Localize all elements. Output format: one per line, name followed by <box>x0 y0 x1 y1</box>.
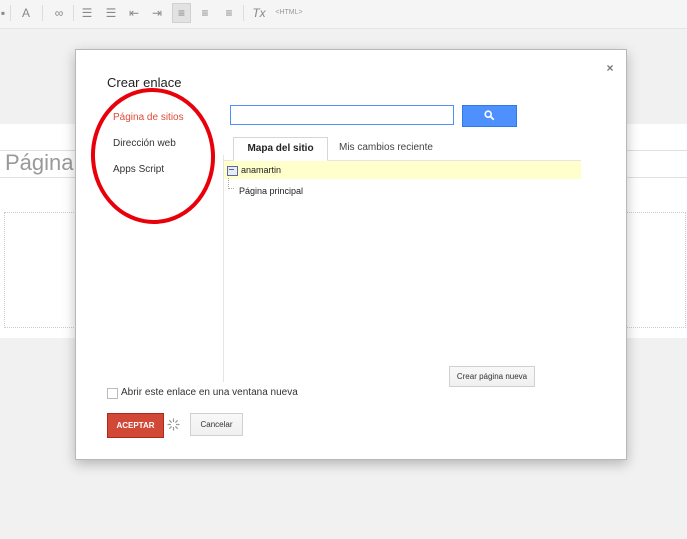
accept-button[interactable]: ACEPTAR <box>107 413 164 438</box>
nav-item-apps-script[interactable]: Apps Script <box>113 164 164 175</box>
loading-spinner-icon <box>167 418 180 431</box>
tree-item[interactable]: anamartin <box>224 161 581 179</box>
outdent-icon[interactable]: ⇤ <box>127 4 141 22</box>
tree-item-label: Página principal <box>239 186 304 196</box>
site-icon <box>227 166 238 176</box>
indent-icon[interactable]: ⇥ <box>150 4 164 22</box>
search-icon <box>484 110 495 121</box>
nav-item-web-address[interactable]: Dirección web <box>113 138 176 149</box>
create-page-button[interactable]: Crear página nueva <box>449 366 535 387</box>
toolbar-divider <box>42 5 43 21</box>
link-icon[interactable]: ∞ <box>51 4 67 22</box>
close-icon[interactable]: × <box>604 62 616 74</box>
editor-toolbar: ▪ A ∞ ☰ ☰ ⇤ ⇥ ≡ ≡ ≡ Tx <HTML> <box>0 0 687 29</box>
tree-connector-icon <box>228 178 234 189</box>
bullet-list-icon[interactable]: ☰ <box>104 4 118 22</box>
nav-item-site-page[interactable]: Página de sitios <box>113 112 184 123</box>
tree-item-label: anamartin <box>241 165 282 175</box>
create-link-dialog: Crear enlace × Página de sitios Direcció… <box>75 49 627 460</box>
search-input[interactable] <box>230 105 454 125</box>
tab-site-map[interactable]: Mapa del sitio <box>233 137 328 161</box>
clear-format-icon[interactable]: Tx <box>252 4 266 22</box>
numbered-list-icon[interactable]: ☰ <box>80 4 94 22</box>
align-left-icon[interactable]: ≡ <box>172 3 191 23</box>
search-button[interactable] <box>462 105 517 127</box>
cancel-button[interactable]: Cancelar <box>190 413 243 436</box>
text-color-icon[interactable]: A <box>17 4 35 22</box>
tab-recent-changes[interactable]: Mis cambios reciente <box>339 137 433 159</box>
html-button[interactable]: <HTML> <box>275 4 303 22</box>
toolbar-divider <box>243 5 244 21</box>
align-center-icon[interactable]: ≡ <box>198 4 212 22</box>
bold-icon[interactable]: ▪ <box>0 4 8 22</box>
open-new-window-label: Abrir este enlace en una ventana nueva <box>121 387 298 398</box>
toolbar-divider <box>10 5 11 21</box>
align-right-icon[interactable]: ≡ <box>222 4 236 22</box>
dialog-title: Crear enlace <box>107 75 182 90</box>
toolbar-divider <box>73 5 74 21</box>
tree-item[interactable]: Página principal <box>224 178 424 200</box>
open-new-window-checkbox[interactable] <box>107 388 118 399</box>
